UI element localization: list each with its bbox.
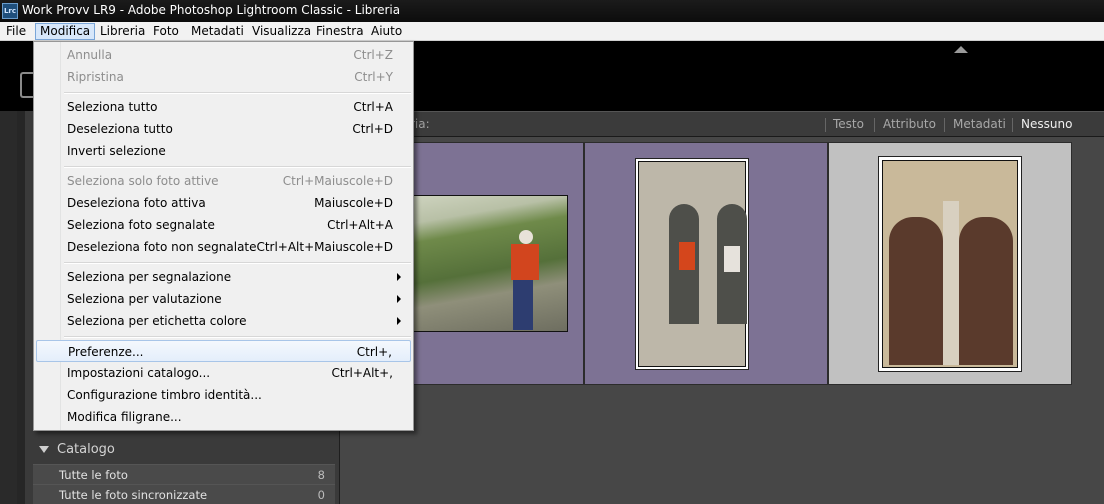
photo-thumbnail-3[interactable] bbox=[882, 160, 1018, 368]
menu-item-label: Inverti selezione bbox=[67, 144, 166, 158]
menu-item-label: Annulla bbox=[67, 48, 113, 62]
menu-separator bbox=[64, 166, 411, 168]
menu-item-label: Impostazioni catalogo... bbox=[67, 366, 211, 380]
menu-item-shortcut: Ctrl+D bbox=[352, 122, 393, 136]
menu-finestra[interactable]: Finestra bbox=[312, 23, 368, 40]
photo-2-figure-left bbox=[679, 242, 695, 270]
menu-separator bbox=[64, 92, 411, 94]
menu-visualizza[interactable]: Visualizza bbox=[248, 23, 315, 40]
catalog-item-count: 0 bbox=[317, 488, 325, 502]
menu-modifica[interactable]: Modifica bbox=[35, 23, 96, 40]
menu-item-label: Seleziona per valutazione bbox=[67, 292, 222, 306]
photo-thumbnail-2[interactable] bbox=[638, 161, 747, 367]
collapse-triangle-icon[interactable] bbox=[39, 446, 49, 453]
menu-item-deselect-unflagged[interactable]: Deseleziona foto non segnalate Ctrl+Alt+… bbox=[36, 236, 411, 258]
menu-item-redo[interactable]: Ripristina Ctrl+Y bbox=[36, 66, 411, 88]
menu-item-deselect-active[interactable]: Deseleziona foto attiva Maiuscole+D bbox=[36, 192, 411, 214]
menu-aiuto[interactable]: Aiuto bbox=[367, 23, 406, 40]
menu-item-shortcut: Ctrl+, bbox=[356, 345, 392, 359]
window-title: Work Provv LR9 - Adobe Photoshop Lightro… bbox=[22, 3, 401, 17]
menu-item-label: Seleziona tutto bbox=[67, 100, 158, 114]
filter-attribute[interactable]: Attributo bbox=[883, 117, 936, 131]
submenu-arrow-icon bbox=[397, 273, 401, 281]
submenu-arrow-icon bbox=[397, 295, 401, 303]
menu-separator bbox=[64, 336, 411, 338]
menu-item-deselect-all[interactable]: Deseleziona tutto Ctrl+D bbox=[36, 118, 411, 140]
photo-3-door-left bbox=[889, 217, 943, 365]
catalog-item-all-photos[interactable]: Tutte le foto 8 bbox=[33, 464, 335, 484]
filter-metadata[interactable]: Metadati bbox=[953, 117, 1006, 131]
menu-item-shortcut: Ctrl+Z bbox=[353, 48, 393, 62]
menu-libreria[interactable]: Libreria bbox=[96, 23, 149, 40]
menu-item-shortcut: Ctrl+Y bbox=[354, 70, 393, 84]
photo-thumbnail-1[interactable] bbox=[400, 195, 568, 332]
title-bar: Lrc Work Provv LR9 - Adobe Photoshop Lig… bbox=[0, 0, 1104, 22]
menu-item-select-flagged[interactable]: Seleziona foto segnalate Ctrl+Alt+A bbox=[36, 214, 411, 236]
photo-1-figure-legs bbox=[513, 280, 533, 330]
menu-item-label: Seleziona per etichetta colore bbox=[67, 314, 247, 328]
menu-item-label: Deseleziona foto non segnalate bbox=[67, 240, 257, 254]
edit-menu-dropdown: Annulla Ctrl+Z Ripristina Ctrl+Y Selezio… bbox=[33, 41, 414, 431]
submenu-arrow-icon bbox=[397, 317, 401, 325]
menu-item-invert-selection[interactable]: Inverti selezione bbox=[36, 140, 411, 162]
menu-file[interactable]: File bbox=[2, 23, 30, 40]
lightroom-app-icon: Lrc bbox=[2, 3, 18, 19]
menu-item-catalog-settings[interactable]: Impostazioni catalogo... Ctrl+Alt+, bbox=[36, 362, 411, 384]
menu-item-label: Seleziona per segnalazione bbox=[67, 270, 232, 284]
menu-item-label: Seleziona foto segnalate bbox=[67, 218, 215, 232]
left-panel-scrollbar[interactable] bbox=[17, 111, 25, 504]
menu-item-label: Ripristina bbox=[67, 70, 124, 84]
menu-metadati[interactable]: Metadati bbox=[187, 23, 248, 40]
menu-item-select-by-rating[interactable]: Seleziona per valutazione bbox=[36, 288, 411, 310]
library-filter-bar: ria: Testo Attributo Metadati Nessuno bbox=[340, 111, 1104, 137]
menu-item-label: Preferenze... bbox=[68, 345, 144, 359]
menu-item-shortcut: Ctrl+Alt+, bbox=[331, 366, 393, 380]
catalog-panel-header[interactable]: Catalogo bbox=[33, 438, 335, 462]
menu-item-label: Modifica filigrane... bbox=[67, 410, 182, 424]
menu-foto[interactable]: Foto bbox=[149, 23, 183, 40]
menu-bar: File Modifica Libreria Foto Metadati Vis… bbox=[0, 22, 1104, 41]
menu-item-select-active-only[interactable]: Seleziona solo foto attive Ctrl+Maiuscol… bbox=[36, 170, 411, 192]
menu-item-shortcut: Ctrl+Maiuscole+D bbox=[282, 174, 393, 188]
catalog-item-label: Tutte le foto bbox=[59, 468, 128, 482]
filter-separator bbox=[944, 118, 945, 132]
photo-2-figure-right bbox=[724, 246, 740, 272]
catalog-item-synced-photos[interactable]: Tutte le foto sincronizzate 0 bbox=[33, 484, 335, 504]
menu-separator bbox=[64, 262, 411, 264]
photo-1-figure-body bbox=[511, 244, 539, 280]
menu-item-shortcut: Ctrl+Alt+A bbox=[327, 218, 393, 232]
filter-text[interactable]: Testo bbox=[833, 117, 864, 131]
menu-item-edit-watermarks[interactable]: Modifica filigrane... bbox=[36, 406, 411, 428]
photo-1-figure-head bbox=[519, 230, 533, 244]
menu-item-label: Seleziona solo foto attive bbox=[67, 174, 219, 188]
catalog-item-count: 8 bbox=[317, 468, 325, 482]
menu-item-select-by-color-label[interactable]: Seleziona per etichetta colore bbox=[36, 310, 411, 332]
menu-item-undo[interactable]: Annulla Ctrl+Z bbox=[36, 44, 411, 66]
filter-separator bbox=[874, 118, 875, 132]
menu-item-shortcut: Maiuscole+D bbox=[314, 196, 393, 210]
menu-item-preferences[interactable]: Preferenze... Ctrl+, bbox=[36, 340, 411, 362]
menu-item-label: Deseleziona tutto bbox=[67, 122, 173, 136]
catalog-panel-title: Catalogo bbox=[57, 442, 115, 457]
filter-none[interactable]: Nessuno bbox=[1021, 117, 1072, 131]
menu-item-label: Configurazione timbro identità... bbox=[67, 388, 262, 402]
menu-item-select-by-flag[interactable]: Seleziona per segnalazione bbox=[36, 266, 411, 288]
menu-item-label: Deseleziona foto attiva bbox=[67, 196, 206, 210]
menu-item-select-all[interactable]: Seleziona tutto Ctrl+A bbox=[36, 96, 411, 118]
filter-separator bbox=[1012, 118, 1013, 132]
collapse-top-panel-icon[interactable] bbox=[954, 46, 968, 53]
photo-3-statue-column bbox=[943, 201, 959, 365]
menu-item-shortcut: Ctrl+A bbox=[353, 100, 393, 114]
menu-item-identity-plate-setup[interactable]: Configurazione timbro identità... bbox=[36, 384, 411, 406]
filter-separator bbox=[825, 118, 826, 132]
menu-item-shortcut: Ctrl+Alt+Maiuscole+D bbox=[256, 240, 393, 254]
photo-3-door-right bbox=[959, 217, 1013, 365]
catalog-item-label: Tutte le foto sincronizzate bbox=[59, 488, 208, 502]
